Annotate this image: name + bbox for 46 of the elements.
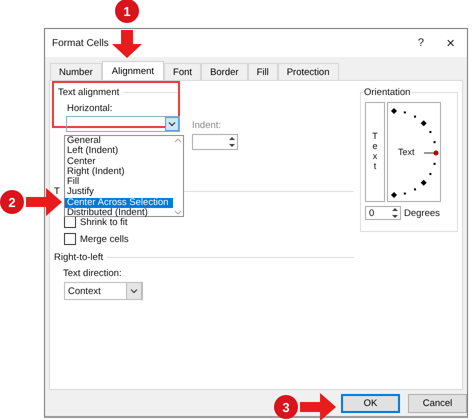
chevron-icon xyxy=(165,117,179,131)
indent-spinner[interactable] xyxy=(192,134,238,150)
tab[interactable]: Protection xyxy=(278,63,338,80)
close-button[interactable]: ✕ xyxy=(444,36,457,50)
tab[interactable]: Fill xyxy=(248,63,278,80)
field-label: Text direction: xyxy=(63,268,123,279)
list-option[interactable]: Center xyxy=(65,156,173,167)
list-option[interactable]: Justify xyxy=(65,187,173,198)
tab[interactable]: Font xyxy=(164,63,202,80)
spin-arrows-icon xyxy=(227,135,237,149)
arrow xyxy=(300,393,336,420)
tab[interactable]: Number xyxy=(50,63,102,80)
help-button[interactable]: ? xyxy=(416,36,426,50)
vertical-text-button[interactable]: Text xyxy=(365,102,385,202)
window-title: Format Cells xyxy=(52,38,109,48)
cancel-button[interactable]: Cancel xyxy=(408,394,467,412)
chevron-icon xyxy=(126,282,142,300)
step-badge: 2 xyxy=(0,190,24,214)
list-option[interactable]: General xyxy=(65,136,173,146)
degrees-spinner[interactable]: 0 xyxy=(365,206,401,220)
list-option[interactable]: Fill xyxy=(65,177,173,188)
checkbox-label: Merge cells xyxy=(80,234,129,244)
direction-dropdown[interactable]: Context xyxy=(64,282,143,300)
orientation-dial[interactable]: Text xyxy=(387,102,441,202)
ok-button[interactable]: OK xyxy=(341,394,400,412)
checkbox-label: Shrink to fit xyxy=(80,216,128,228)
spin-arrows-icon xyxy=(390,206,400,220)
field-label: Horizontal: xyxy=(67,103,114,114)
section-heading: Right-to-left xyxy=(54,252,104,263)
field-label: Degrees xyxy=(404,208,440,218)
tab[interactable]: Border xyxy=(201,63,248,80)
horizontal-dropdown[interactable] xyxy=(66,116,180,132)
tab[interactable]: Alignment xyxy=(102,61,164,80)
arrow xyxy=(112,30,142,58)
step-badge: 1 xyxy=(115,0,139,23)
list-option[interactable]: Distributed (Indent) xyxy=(65,208,173,218)
arrow xyxy=(26,188,62,216)
section-heading: Text alignment xyxy=(58,87,120,98)
list-option[interactable]: Center Across Selection xyxy=(65,198,173,208)
dial-text: Text xyxy=(398,147,415,157)
list-option[interactable]: Right (Indent) xyxy=(65,166,173,178)
section-heading: Orientation xyxy=(363,87,412,98)
field-label: Indent: xyxy=(192,120,222,131)
checkbox[interactable] xyxy=(64,233,76,245)
section-heading: T xyxy=(54,186,60,197)
list-option[interactable]: Left (Indent) xyxy=(65,146,173,157)
